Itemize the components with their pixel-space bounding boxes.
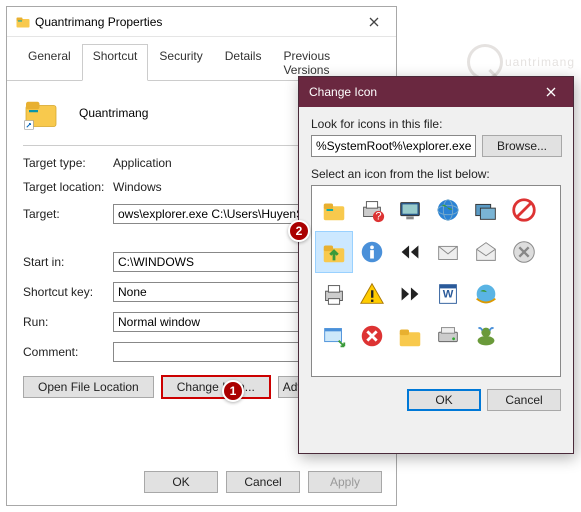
run-label: Run:	[23, 315, 113, 329]
blank-icon-glyph	[510, 322, 538, 350]
folder-icon-glyph	[320, 196, 348, 224]
dialog-title: Change Icon	[309, 85, 377, 99]
tab-details[interactable]: Details	[214, 44, 273, 81]
svg-text:?: ?	[375, 210, 381, 222]
folder-icon	[15, 14, 31, 30]
select-icon-label: Select an icon from the list below:	[311, 167, 561, 181]
drive-icon[interactable]	[430, 316, 466, 356]
printer-help-icon[interactable]: ?	[354, 190, 390, 230]
target-label: Target:	[23, 207, 113, 221]
envelope-open-icon-glyph	[472, 238, 500, 266]
look-for-label: Look for icons in this file:	[311, 117, 561, 131]
target-type-label: Target type:	[23, 156, 113, 170]
watermark-text: uantrimang	[505, 55, 575, 69]
change-icon-button[interactable]: Change Icon...	[162, 376, 270, 398]
shortcut-name: Quantrimang	[79, 106, 148, 120]
tab-security[interactable]: Security	[148, 44, 213, 81]
cross-grey-icon[interactable]	[506, 232, 542, 272]
blocked-icon-glyph	[510, 196, 538, 224]
dialog-ok-button[interactable]: OK	[407, 389, 481, 411]
globe-icon-glyph	[434, 196, 462, 224]
shortcut-large-icon	[23, 95, 59, 131]
properties-titlebar: Quantrimang Properties	[7, 7, 396, 37]
change-icon-dialog: Change Icon Look for icons in this file:…	[298, 76, 574, 454]
cancel-button[interactable]: Cancel	[226, 471, 300, 493]
envelope-icon-glyph	[434, 238, 462, 266]
open-file-location-button[interactable]: Open File Location	[23, 376, 154, 398]
dialog-buttons: OK Cancel Apply	[144, 471, 382, 493]
comment-label: Comment:	[23, 345, 113, 359]
blocked-icon[interactable]	[506, 190, 542, 230]
close-button[interactable]	[352, 7, 396, 37]
close-icon	[369, 17, 379, 27]
warning-icon[interactable]	[354, 274, 390, 314]
windows-stack-icon[interactable]	[468, 190, 504, 230]
msn-icon-glyph	[472, 322, 500, 350]
blank-icon-glyph	[510, 280, 538, 308]
rewind-icon[interactable]	[392, 232, 428, 272]
envelope-open-icon[interactable]	[468, 232, 504, 272]
globe-net-icon-glyph	[472, 280, 500, 308]
close-icon	[546, 87, 556, 97]
target-type-value: Application	[113, 156, 172, 170]
annotation-badge-2: 2	[288, 220, 310, 242]
windows-stack-icon-glyph	[472, 196, 500, 224]
apply-button[interactable]: Apply	[308, 471, 382, 493]
dialog-cancel-button[interactable]: Cancel	[487, 389, 561, 411]
browse-button[interactable]: Browse...	[482, 135, 562, 157]
envelope-icon[interactable]	[430, 232, 466, 272]
msn-icon[interactable]	[468, 316, 504, 356]
tab-general[interactable]: General	[17, 44, 82, 81]
annotation-badge-1: 1	[222, 380, 244, 402]
svg-text:W: W	[443, 289, 454, 301]
icon-list[interactable]: ?W	[311, 185, 561, 377]
monitor-icon[interactable]	[392, 190, 428, 230]
folder-up-icon[interactable]	[316, 232, 352, 272]
info-icon-glyph	[358, 238, 386, 266]
watermark: uantrimang	[467, 44, 575, 80]
folder-icon[interactable]	[316, 190, 352, 230]
folder-plain-icon[interactable]	[392, 316, 428, 356]
word-doc-icon[interactable]: W	[430, 274, 466, 314]
tab-shortcut[interactable]: Shortcut	[82, 44, 149, 81]
word-doc-icon-glyph: W	[434, 280, 462, 308]
info-icon[interactable]	[354, 232, 390, 272]
printer-icon-glyph	[320, 280, 348, 308]
blank-icon[interactable]	[506, 316, 542, 356]
fast-forward-icon[interactable]	[392, 274, 428, 314]
folder-plain-icon-glyph	[396, 322, 424, 350]
tab-strip: General Shortcut Security Details Previo…	[7, 37, 396, 81]
globe-icon[interactable]	[430, 190, 466, 230]
folder-up-icon-glyph	[320, 238, 348, 266]
error-icon-glyph	[358, 322, 386, 350]
window-arrow-icon[interactable]	[316, 316, 352, 356]
shortcut-key-label: Shortcut key:	[23, 285, 113, 299]
icon-path-input[interactable]	[311, 135, 476, 157]
rewind-icon-glyph	[396, 238, 424, 266]
watermark-logo-icon	[467, 44, 503, 80]
window-arrow-icon-glyph	[320, 322, 348, 350]
target-location-value: Windows	[113, 180, 162, 194]
ok-button[interactable]: OK	[144, 471, 218, 493]
blank-icon[interactable]	[506, 274, 542, 314]
fast-forward-icon-glyph	[396, 280, 424, 308]
start-in-label: Start in:	[23, 255, 113, 269]
warning-icon-glyph	[358, 280, 386, 308]
printer-icon[interactable]	[316, 274, 352, 314]
target-location-label: Target location:	[23, 180, 113, 194]
window-title: Quantrimang Properties	[35, 15, 162, 29]
globe-net-icon[interactable]	[468, 274, 504, 314]
cross-grey-icon-glyph	[510, 238, 538, 266]
error-icon[interactable]	[354, 316, 390, 356]
monitor-icon-glyph	[396, 196, 424, 224]
dialog-close-button[interactable]	[529, 77, 573, 107]
drive-icon-glyph	[434, 322, 462, 350]
change-icon-titlebar: Change Icon	[299, 77, 573, 107]
printer-help-icon-glyph: ?	[358, 196, 386, 224]
